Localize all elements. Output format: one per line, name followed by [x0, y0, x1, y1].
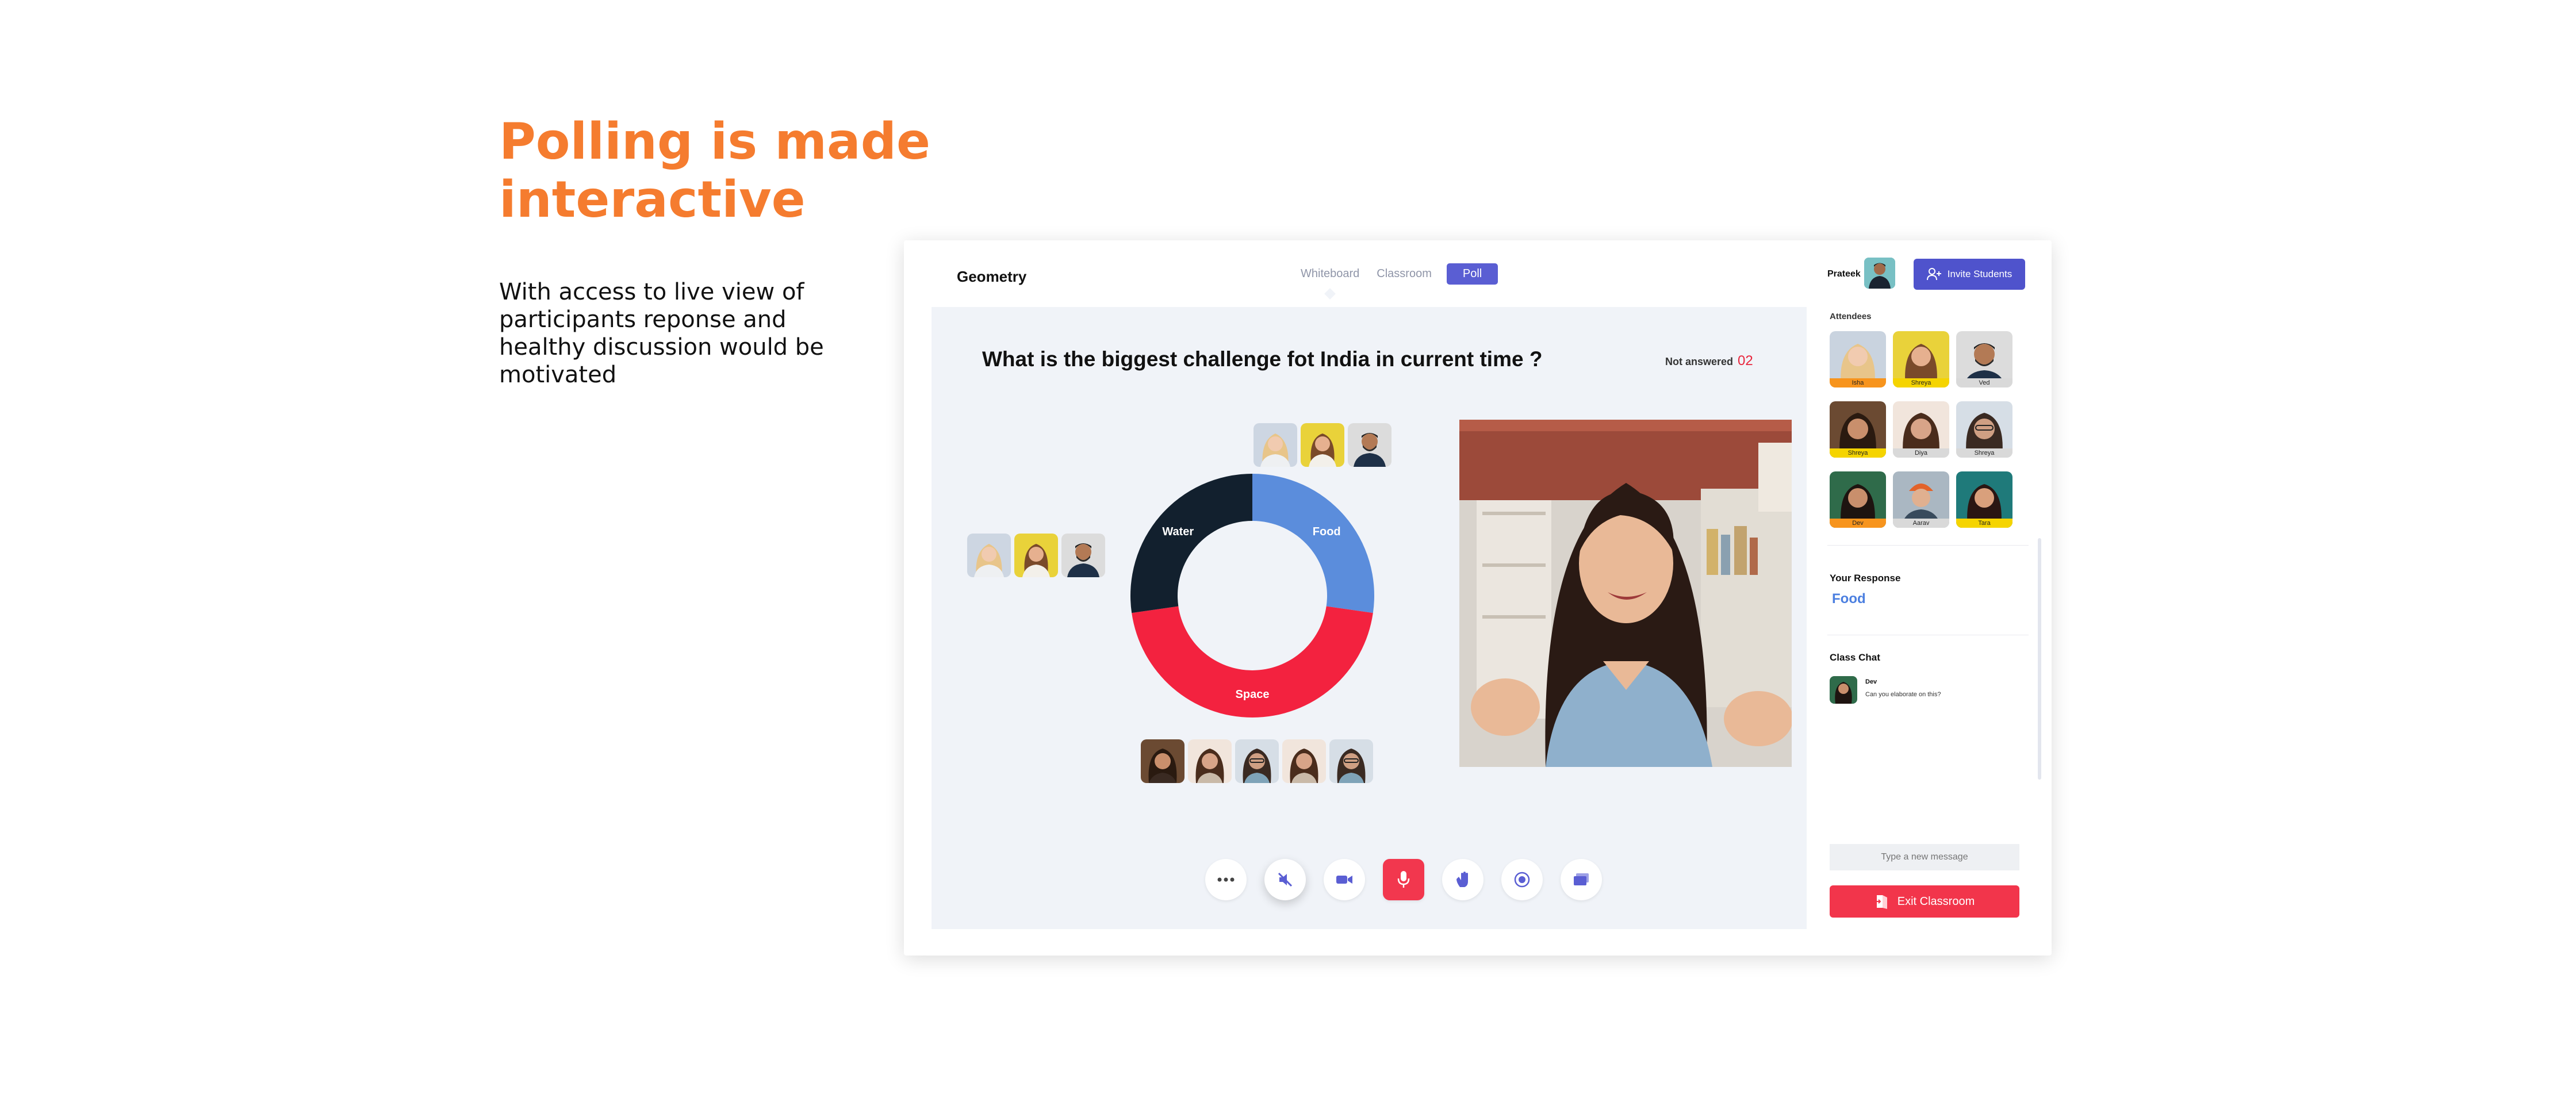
exit-door-icon: [1875, 895, 1887, 909]
invite-students-button[interactable]: Invite Students: [1914, 259, 2025, 290]
poll-question: What is the biggest challenge fot India …: [982, 347, 1543, 371]
user-name: Prateek: [1827, 269, 1861, 279]
view-tabs: Whiteboard Classroom Poll: [1298, 263, 1498, 285]
voter-avatar: [1301, 423, 1344, 467]
voter-avatar: [1061, 534, 1105, 577]
record-icon: [1514, 872, 1530, 888]
voter-avatar: [1141, 739, 1184, 783]
attendees-title: Attendees: [1830, 312, 1872, 321]
divider: [1827, 545, 2029, 546]
tab-whiteboard[interactable]: Whiteboard: [1298, 264, 1362, 284]
attendee-name: Shreya: [1956, 448, 2012, 458]
presenter-video: [1459, 420, 1792, 767]
your-response-title: Your Response: [1830, 573, 1901, 584]
attendee-tile[interactable]: Ved: [1956, 331, 2012, 387]
attendee-grid: Isha Shreya Ved Shreya Diya Shreya Dev A…: [1830, 331, 2012, 528]
more-button[interactable]: [1205, 859, 1247, 900]
hero-title: Polling is made interactive: [499, 112, 931, 229]
poll-stage: What is the biggest challenge fot India …: [931, 307, 1807, 929]
attendee-tile[interactable]: Diya: [1893, 401, 1949, 458]
add-user-icon: [1926, 268, 1941, 281]
donut-slice-food[interactable]: [1252, 474, 1374, 613]
message-input[interactable]: [1830, 844, 2019, 870]
attendee-tile[interactable]: Isha: [1830, 331, 1886, 387]
invite-students-label: Invite Students: [1947, 268, 2012, 279]
mic-button[interactable]: [1383, 859, 1424, 900]
tab-poll[interactable]: Poll: [1446, 263, 1498, 285]
water-voters: [967, 534, 1105, 577]
donut-slice-water[interactable]: [1130, 474, 1252, 613]
donut-label-space: Space: [1236, 688, 1270, 701]
attendee-tile[interactable]: Tara: [1956, 471, 2012, 528]
user-avatar[interactable]: [1864, 258, 1895, 289]
attendee-tile[interactable]: Shreya: [1956, 401, 2012, 458]
attendee-name: Shreya: [1830, 448, 1886, 458]
chat-avatar: [1830, 676, 1857, 704]
attendee-name: Diya: [1893, 448, 1949, 458]
your-response-value: Food: [1832, 591, 1866, 607]
record-button[interactable]: [1501, 859, 1543, 900]
raise-hand-button[interactable]: [1442, 859, 1483, 900]
attendee-tile[interactable]: Aarav: [1893, 471, 1949, 528]
voter-avatar: [1282, 739, 1326, 783]
tab-classroom[interactable]: Classroom: [1374, 264, 1434, 284]
video-button[interactable]: [1324, 859, 1365, 900]
voter-avatar: [1254, 423, 1297, 467]
space-voters: [1141, 739, 1373, 783]
screen-share-button[interactable]: [1561, 859, 1602, 900]
attendee-name: Shreya: [1893, 378, 1949, 387]
more-icon: [1217, 877, 1235, 882]
not-answered-status: Not answered 02: [1665, 353, 1753, 369]
poll-donut-chart: Food Space Water: [1130, 474, 1374, 718]
microphone-icon: [1397, 871, 1410, 888]
chat-sender: Dev: [1865, 678, 1877, 685]
speaker-off-icon: [1278, 872, 1293, 887]
attendee-tile[interactable]: Shreya: [1893, 331, 1949, 387]
attendee-name: Aarav: [1893, 519, 1949, 528]
screen-share-icon: [1574, 873, 1589, 885]
attendee-name: Isha: [1830, 378, 1886, 387]
class-title: Geometry: [957, 268, 1027, 285]
voter-avatar: [1235, 739, 1279, 783]
donut-label-water: Water: [1162, 525, 1194, 538]
attendee-tile[interactable]: Shreya: [1830, 401, 1886, 458]
attendee-tile[interactable]: Dev: [1830, 471, 1886, 528]
exit-classroom-label: Exit Classroom: [1897, 895, 1975, 908]
voter-avatar: [1348, 423, 1392, 467]
attendee-name: Dev: [1830, 519, 1886, 528]
hero-description: With access to live view of participants…: [499, 279, 824, 388]
chat-message: Can you elaborate on this?: [1865, 691, 1941, 698]
hand-icon: [1456, 872, 1468, 887]
voter-avatar: [1014, 534, 1058, 577]
donut-label-food: Food: [1313, 525, 1341, 538]
classroom-window: Geometry Whiteboard Classroom Poll Prate…: [904, 240, 2052, 956]
class-chat-title: Class Chat: [1830, 652, 1880, 663]
not-answered-count: 02: [1738, 353, 1753, 369]
sidebar-scrollbar[interactable]: [2038, 538, 2041, 780]
attendee-name: Ved: [1956, 378, 2012, 387]
not-answered-label: Not answered: [1665, 356, 1734, 367]
attendee-name: Tara: [1956, 519, 2012, 528]
voter-avatar: [1188, 739, 1232, 783]
voter-avatar: [1329, 739, 1373, 783]
food-voters: [1254, 423, 1392, 467]
voter-avatar: [967, 534, 1011, 577]
speaker-off-button[interactable]: [1264, 859, 1306, 900]
exit-classroom-button[interactable]: Exit Classroom: [1830, 885, 2019, 918]
video-camera-icon: [1336, 876, 1352, 884]
call-controls: [1205, 859, 1602, 900]
